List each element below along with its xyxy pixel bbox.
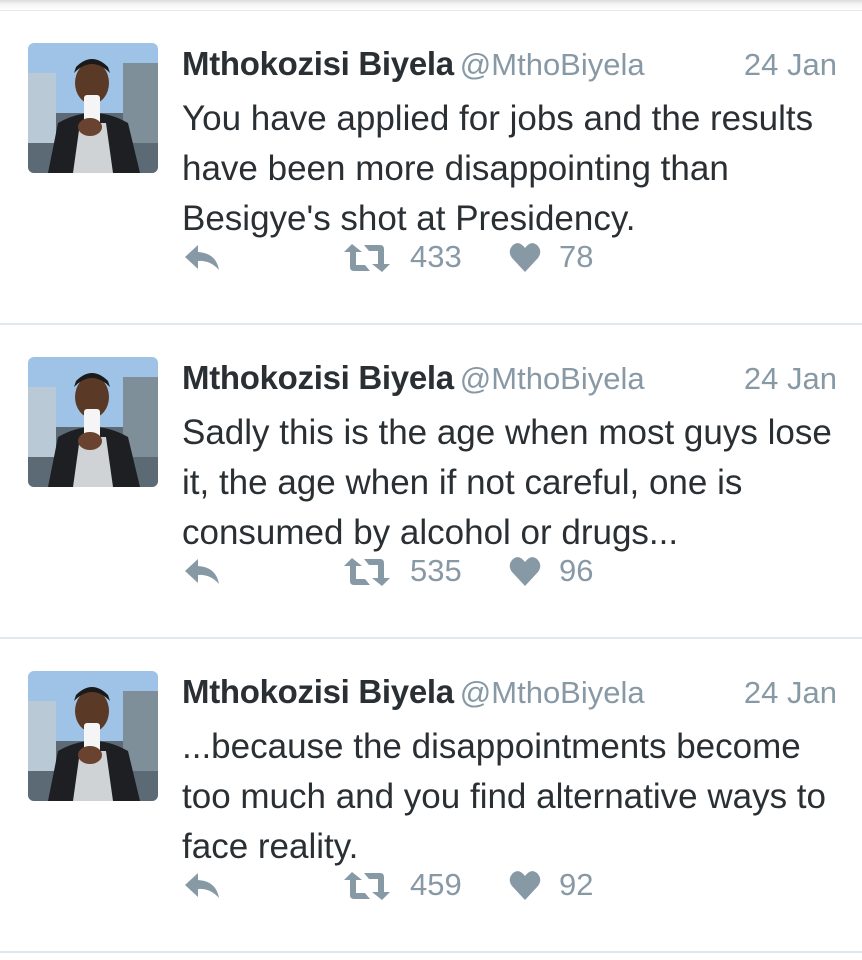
tweet-actions: 433 78 xyxy=(182,233,842,283)
reply-icon[interactable] xyxy=(182,555,222,589)
author-handle[interactable]: @MthoBiyela xyxy=(460,47,645,82)
tweet-text: ...because the disappointments become to… xyxy=(182,727,826,866)
retweet-icon[interactable] xyxy=(342,555,392,589)
tweet[interactable]: Mthokozisi Biyela @MthoBiyela 24 Jan ...b… xyxy=(0,639,862,953)
tweet-text: Sadly this is the age when most guys los… xyxy=(182,413,832,552)
like-count: 78 xyxy=(559,239,594,274)
avatar[interactable] xyxy=(28,671,158,801)
author-name[interactable]: Mthokozisi Biyela xyxy=(182,359,454,396)
avatar-image xyxy=(28,671,158,801)
author-handle[interactable]: @MthoBiyela xyxy=(460,361,645,396)
tweet-actions: 459 92 xyxy=(182,861,842,911)
avatar-image xyxy=(28,357,158,487)
retweet-count: 535 xyxy=(410,553,462,588)
heart-icon[interactable] xyxy=(508,241,542,275)
tweet-header: Mthokozisi Biyela @MthoBiyela 24 Jan xyxy=(182,673,837,723)
tweet[interactable]: Mthokozisi Biyela @MthoBiyela 24 Jan Sadl… xyxy=(0,325,862,639)
author-handle[interactable]: @MthoBiyela xyxy=(460,675,645,710)
avatar[interactable] xyxy=(28,357,158,487)
heart-icon[interactable] xyxy=(508,555,542,589)
tweet-timestamp[interactable]: 24 Jan xyxy=(744,47,837,83)
top-edge xyxy=(0,0,862,11)
heart-icon[interactable] xyxy=(508,869,542,903)
tweet-actions: 535 96 xyxy=(182,547,842,597)
tweet-timestamp[interactable]: 24 Jan xyxy=(744,675,837,711)
avatar-image xyxy=(28,43,158,173)
like-count: 92 xyxy=(559,867,594,902)
retweet-count: 433 xyxy=(410,239,462,274)
tweet-header: Mthokozisi Biyela @MthoBiyela 24 Jan xyxy=(182,45,837,95)
avatar[interactable] xyxy=(28,43,158,173)
retweet-icon[interactable] xyxy=(342,241,392,275)
author-name[interactable]: Mthokozisi Biyela xyxy=(182,673,454,710)
reply-icon[interactable] xyxy=(182,869,222,903)
reply-icon[interactable] xyxy=(182,241,222,275)
retweet-count: 459 xyxy=(410,867,462,902)
retweet-icon[interactable] xyxy=(342,869,392,903)
like-count: 96 xyxy=(559,553,594,588)
author-name[interactable]: Mthokozisi Biyela xyxy=(182,45,454,82)
tweet-timestamp[interactable]: 24 Jan xyxy=(744,361,837,397)
tweet[interactable]: Mthokozisi Biyela @MthoBiyela 24 Jan You … xyxy=(0,11,862,325)
tweet-text: You have applied for jobs and the result… xyxy=(182,99,814,238)
tweet-header: Mthokozisi Biyela @MthoBiyela 24 Jan xyxy=(182,359,837,409)
